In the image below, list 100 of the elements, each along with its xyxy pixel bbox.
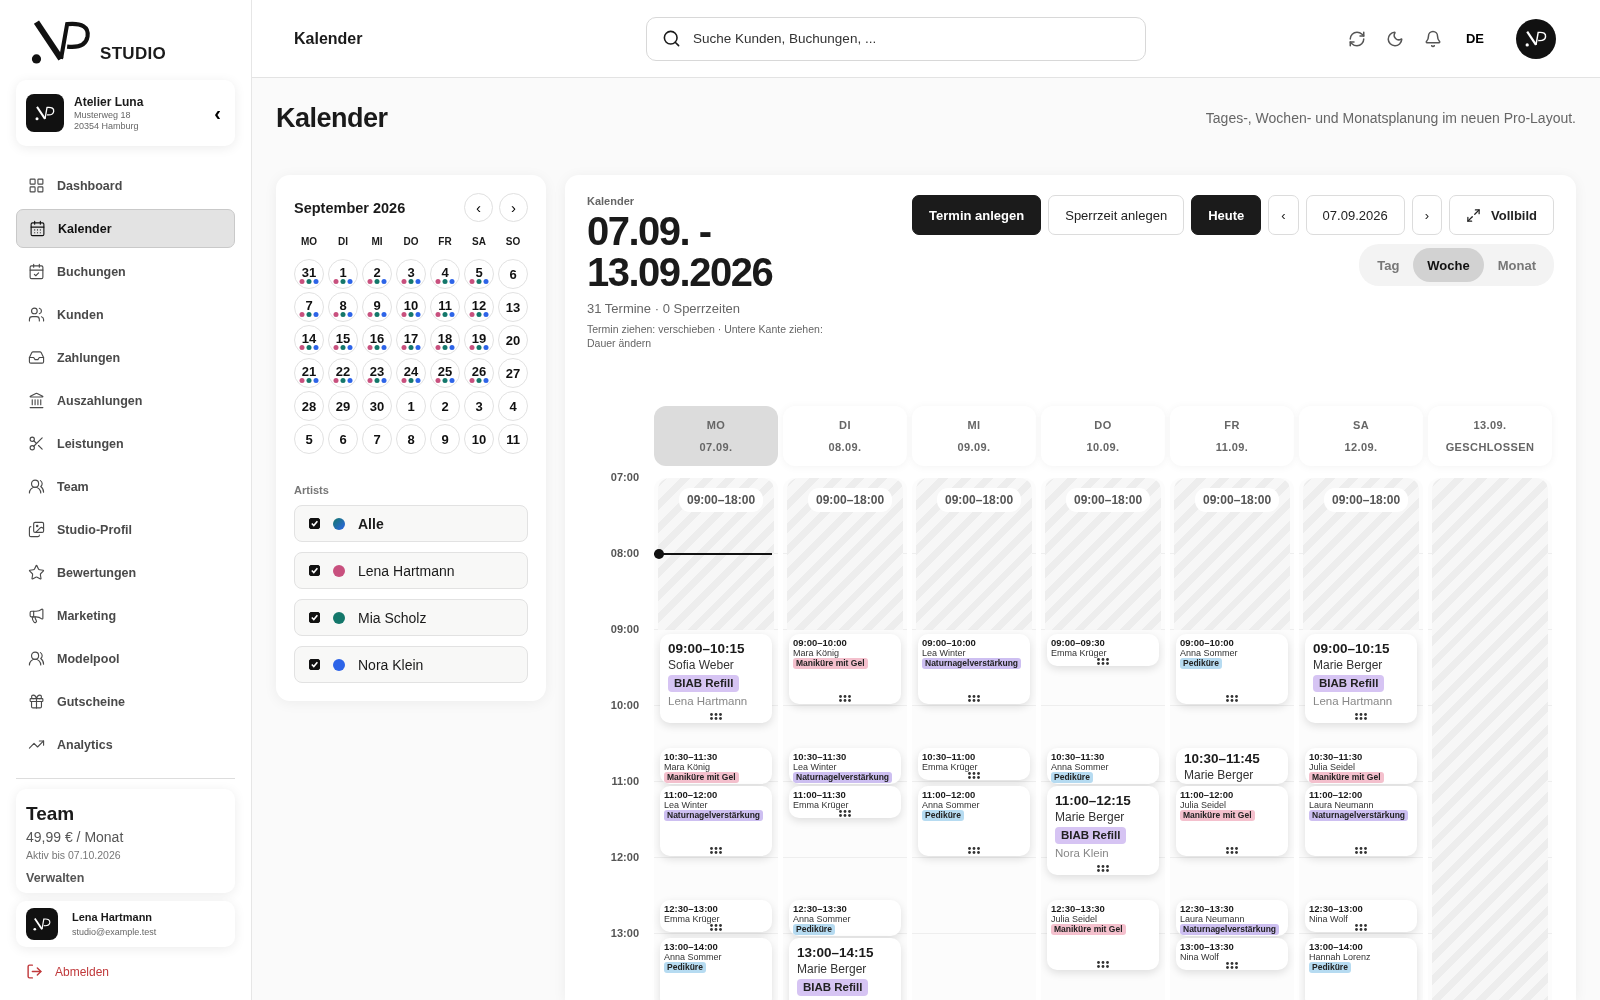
appointment-card[interactable]: 13:00–14:15 Marie Berger BIAB Refill — [789, 937, 901, 1000]
calendar-day[interactable]: 7 — [294, 292, 324, 322]
calendar-day[interactable]: 9 — [430, 424, 460, 454]
day-header[interactable]: 13.09. GESCHLOSSEN — [1428, 405, 1552, 466]
calendar-day[interactable]: 10 — [396, 292, 426, 322]
day-header[interactable]: MI 09.09. — [912, 405, 1036, 466]
calendar-day[interactable]: 2 — [362, 259, 392, 289]
appointment-card[interactable]: 09:00–10:15 Sofia Weber BIAB Refill Lena Hartmann — [660, 633, 772, 723]
calendar-day[interactable]: 18 — [430, 325, 460, 355]
appointment-card[interactable]: 12:30–13:00 Nina Wolf — [1305, 899, 1417, 932]
calendar-day[interactable]: 15 — [328, 325, 358, 355]
appointment-card[interactable]: 10:30–11:00 Emma Krüger — [918, 747, 1030, 780]
calendar-day[interactable]: 2 — [430, 391, 460, 421]
appointment-card[interactable]: 09:00–10:00 Lea Winter Naturnagelverstärkung — [918, 633, 1030, 704]
calendar-day[interactable]: 17 — [396, 325, 426, 355]
nav-item[interactable]: Team — [16, 467, 235, 506]
nav-item[interactable]: Studio-Profil — [16, 510, 235, 549]
calendar-day[interactable]: 25 — [430, 358, 460, 388]
nav-item[interactable]: Auszahlungen — [16, 381, 235, 420]
language-button[interactable]: DE — [1461, 31, 1496, 46]
nav-item[interactable]: Zahlungen — [16, 338, 235, 377]
calendar-day[interactable]: 7 — [362, 424, 392, 454]
appointment-card[interactable]: 10:30–11:45 Marie Berger — [1176, 747, 1288, 784]
appointment-card[interactable]: 13:00–13:30 Nina Wolf — [1176, 937, 1288, 970]
toolbar-button[interactable]: 07.09.2026 — [1305, 195, 1405, 235]
calendar-day[interactable]: 1 — [328, 259, 358, 289]
calendar-day[interactable]: 3 — [464, 391, 494, 421]
calendar-day[interactable]: 11 — [430, 292, 460, 322]
nav-item[interactable]: Gutscheine — [16, 682, 235, 721]
toolbar-button[interactable]: Vollbild — [1449, 195, 1554, 235]
calendar-day[interactable]: 13 — [498, 292, 528, 322]
calendar-day[interactable]: 22 — [328, 358, 358, 388]
day-header[interactable]: DO 10.09. — [1041, 405, 1165, 466]
calendar-day[interactable]: 26 — [464, 358, 494, 388]
appointment-card[interactable]: 12:30–13:00 Emma Krüger — [660, 899, 772, 932]
calendar-day[interactable]: 19 — [464, 325, 494, 355]
artist-filter[interactable]: Alle — [294, 505, 528, 542]
appointment-card[interactable]: 10:30–11:30 Anna Sommer Pediküre — [1047, 747, 1159, 784]
nav-item[interactable]: Modelpool — [16, 639, 235, 678]
appointment-card[interactable]: 09:00–10:00 Anna Sommer Pediküre — [1176, 633, 1288, 704]
appointment-card[interactable]: 09:00–10:00 Mara König Maniküre mit Gel — [789, 633, 901, 704]
artist-filter[interactable]: Mia Scholz — [294, 599, 528, 636]
calendar-day[interactable]: 8 — [396, 424, 426, 454]
appointment-card[interactable]: 09:00–10:15 Marie Berger BIAB Refill Lena Hartmann — [1305, 633, 1417, 723]
appointment-card[interactable]: 11:00–11:30 Emma Krüger — [789, 785, 901, 818]
calendar-day[interactable]: 14 — [294, 325, 324, 355]
calendar-day[interactable]: 24 — [396, 358, 426, 388]
calendar-day[interactable]: 5 — [294, 424, 324, 454]
next-month-button[interactable]: › — [499, 193, 528, 222]
appointment-card[interactable]: 12:30–13:30 Julia Seidel Maniküre mit Gel — [1047, 899, 1159, 970]
calendar-day[interactable]: 3 — [396, 259, 426, 289]
toolbar-button[interactable]: › — [1411, 195, 1442, 235]
appointment-card[interactable]: 10:30–11:30 Mara König Maniküre mit Gel — [660, 747, 772, 784]
collapse-button[interactable]: ‹ — [210, 101, 225, 125]
view-tab[interactable]: Woche — [1413, 248, 1484, 282]
artist-filter[interactable]: Lena Hartmann — [294, 552, 528, 589]
day-header[interactable]: DI 08.09. — [783, 405, 907, 466]
day-header[interactable]: MO 07.09. — [654, 405, 778, 466]
calendar-day[interactable]: 16 — [362, 325, 392, 355]
nav-item[interactable]: Marketing — [16, 596, 235, 635]
calendar-day[interactable]: 20 — [498, 325, 528, 355]
view-tab[interactable]: Tag — [1363, 248, 1414, 282]
appointment-card[interactable]: 12:30–13:30 Anna Sommer Pediküre — [789, 899, 901, 936]
appointment-card[interactable]: 11:00–12:00 Anna Sommer Pediküre — [918, 785, 1030, 856]
calendar-day[interactable]: 29 — [328, 391, 358, 421]
toolbar-button[interactable]: Termin anlegen — [912, 195, 1042, 235]
nav-item[interactable]: Dashboard — [16, 166, 235, 205]
calendar-day[interactable]: 1 — [396, 391, 426, 421]
nav-item[interactable]: Kalender — [16, 209, 235, 248]
appointment-card[interactable]: 11:00–12:15 Marie Berger BIAB Refill Nora Klein — [1047, 785, 1159, 875]
toolbar-button[interactable]: Sperrzeit anlegen — [1048, 195, 1185, 235]
nav-item[interactable]: Kunden — [16, 295, 235, 334]
calendar-day[interactable]: 8 — [328, 292, 358, 322]
appointment-card[interactable]: 10:30–11:30 Lea Winter Naturnagelverstärkung — [789, 747, 901, 784]
artist-filter[interactable]: Nora Klein — [294, 646, 528, 683]
calendar-day[interactable]: 4 — [498, 391, 528, 421]
appointment-card[interactable]: 11:00–12:00 Lea Winter Naturnagelverstärkung — [660, 785, 772, 856]
appointment-card[interactable]: 11:00–12:00 Laura Neumann Naturnagelverstärkung — [1305, 785, 1417, 856]
calendar-day[interactable]: 31 — [294, 259, 324, 289]
nav-item[interactable]: Buchungen — [16, 252, 235, 291]
calendar-day[interactable]: 6 — [328, 424, 358, 454]
nav-item[interactable]: Analytics — [16, 725, 235, 764]
nav-item[interactable]: Bewertungen — [16, 553, 235, 592]
appointment-card[interactable]: 10:30–11:30 Julia Seidel Maniküre mit Gel — [1305, 747, 1417, 784]
day-header[interactable]: FR 11.09. — [1170, 405, 1294, 466]
calendar-day[interactable]: 4 — [430, 259, 460, 289]
search-field[interactable]: Suche Kunden, Buchungen, ... — [646, 16, 1146, 61]
view-tab[interactable]: Monat — [1483, 248, 1550, 282]
manage-link[interactable]: Verwalten — [26, 871, 225, 885]
calendar-day[interactable]: 28 — [294, 391, 324, 421]
calendar-day[interactable]: 9 — [362, 292, 392, 322]
logout-link[interactable]: Abmelden — [16, 947, 235, 1000]
day-header[interactable]: SA 12.09. — [1299, 405, 1423, 466]
toolbar-button[interactable]: Heute — [1191, 195, 1262, 235]
appointment-card[interactable]: 13:00–14:00 Anna Sommer Pediküre — [660, 937, 772, 1000]
appointment-card[interactable]: 11:00–12:00 Julia Seidel Maniküre mit Gel — [1176, 785, 1288, 856]
toolbar-button[interactable]: ‹ — [1268, 195, 1299, 235]
calendar-day[interactable]: 6 — [498, 259, 528, 289]
nav-item[interactable]: Leistungen — [16, 424, 235, 463]
previous-month-button[interactable]: ‹ — [464, 193, 493, 222]
